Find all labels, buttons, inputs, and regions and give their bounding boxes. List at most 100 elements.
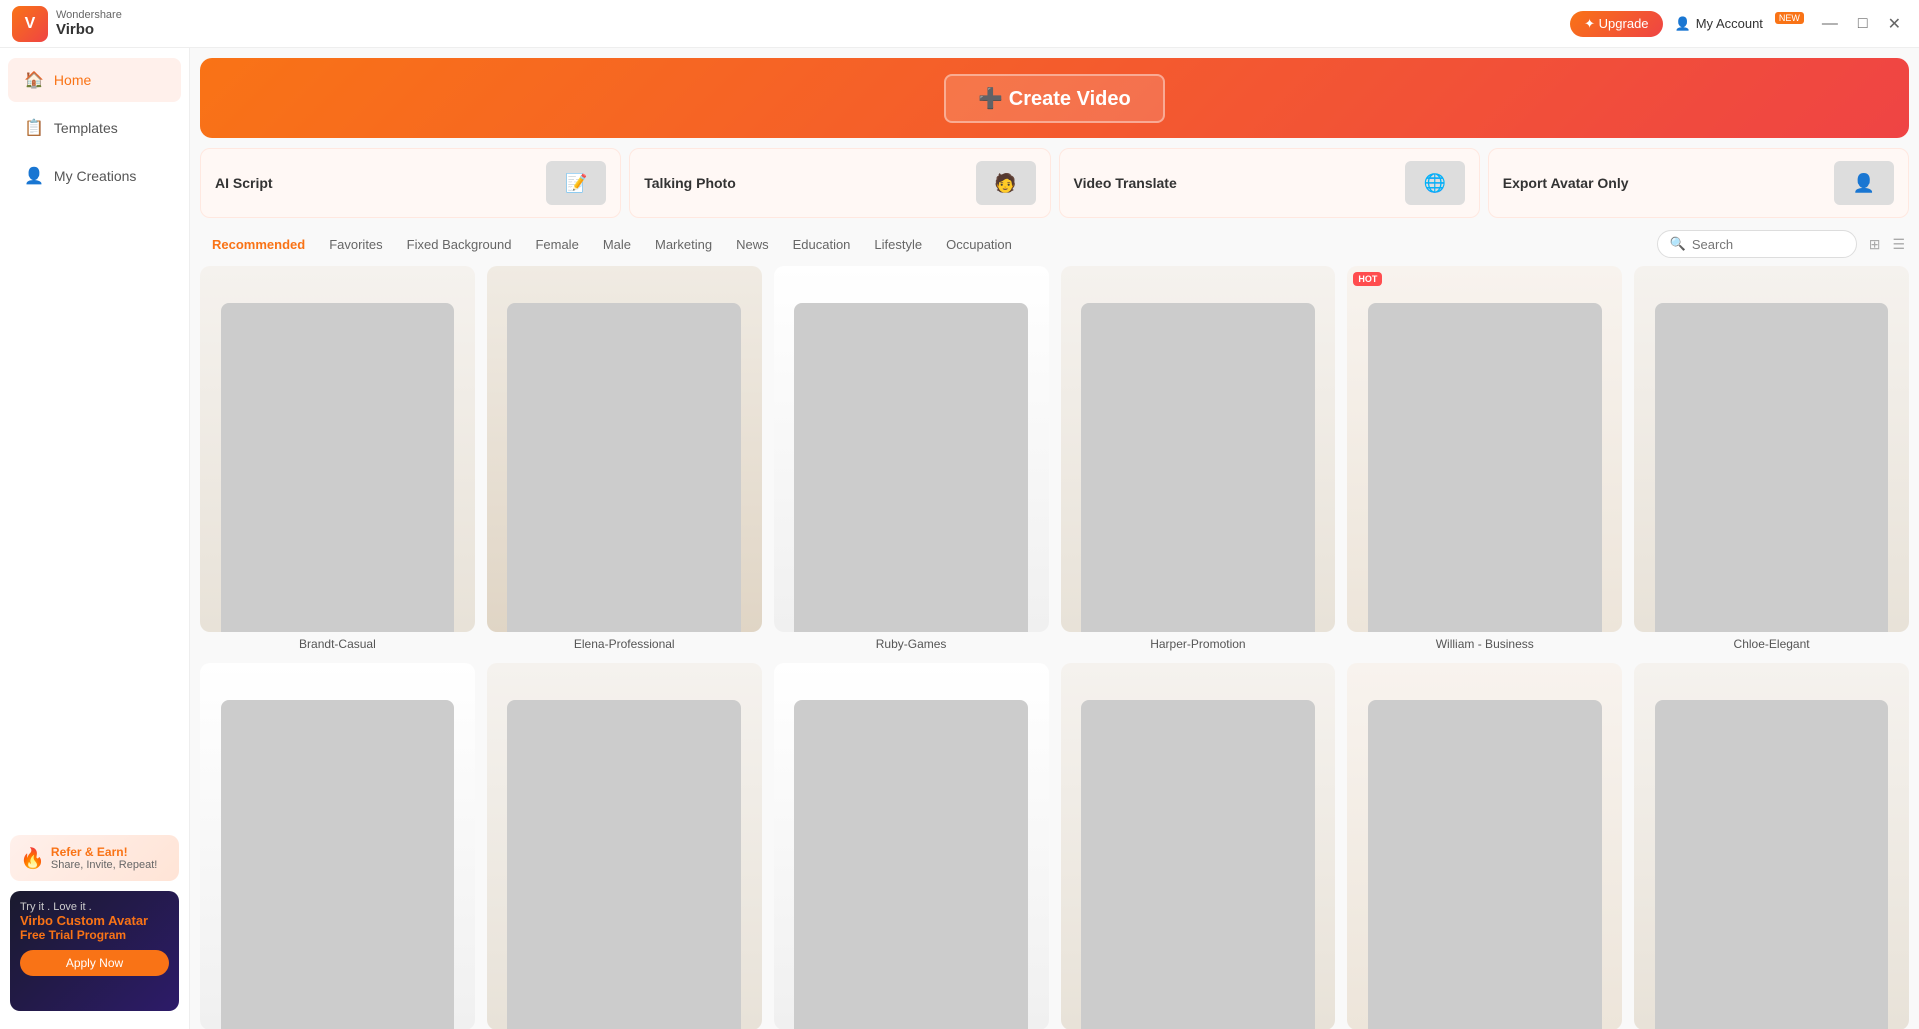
avatar-name: Harper-Promotion — [1061, 637, 1336, 651]
avatar-person — [507, 700, 741, 1029]
talking-photo-label: Talking Photo — [644, 175, 736, 191]
sidebar-item-templates[interactable]: 📋 Templates — [8, 106, 181, 150]
sidebar-item-templates-label: Templates — [54, 120, 118, 136]
brand-name: Wondershare — [56, 9, 122, 21]
avatar-person — [507, 303, 741, 633]
avatar-card[interactable]: HOT William - Business — [1347, 266, 1622, 651]
home-icon: 🏠 — [24, 70, 44, 90]
hot-badge: HOT — [1353, 272, 1382, 286]
view-icons: ⊞ ☰ — [1865, 232, 1909, 257]
avatar-image — [487, 663, 762, 1029]
filter-tab-recommended[interactable]: Recommended — [200, 231, 317, 258]
avatar-image — [1061, 663, 1336, 1029]
avatar-person — [1655, 700, 1889, 1029]
app-logo: V — [12, 6, 48, 42]
avatar-person — [1081, 700, 1315, 1029]
avatar-card[interactable]: Arjun - Araber — [774, 663, 1049, 1029]
avatar-image — [1634, 266, 1909, 632]
product-name: Virbo — [56, 21, 122, 38]
avatar-person — [221, 303, 455, 633]
avatar-person — [1368, 700, 1602, 1029]
hero-banner[interactable]: ➕ Create Video — [200, 58, 1909, 138]
account-icon: 👤 — [1675, 16, 1691, 32]
avatar-image — [200, 266, 475, 632]
upgrade-button[interactable]: ✦ Upgrade — [1570, 11, 1662, 37]
filter-tab-lifestyle[interactable]: Lifestyle — [862, 231, 934, 258]
feature-card-export-avatar[interactable]: Export Avatar Only 👤 — [1488, 148, 1909, 218]
refer-title: Refer & Earn! — [51, 845, 157, 859]
myaccount-button[interactable]: 👤 My Account — [1675, 16, 1763, 32]
search-input[interactable] — [1692, 237, 1844, 252]
avatar-name: Ruby-Games — [774, 637, 1049, 651]
grid-view-icon[interactable]: ⊞ — [1865, 232, 1885, 257]
avatar-name: Brandt-Casual — [200, 637, 475, 651]
close-icon[interactable]: ✕ — [1882, 12, 1907, 36]
avatar-image — [774, 266, 1049, 632]
avatar-card[interactable]: Harper-Promotion — [1061, 266, 1336, 651]
minimize-icon[interactable]: — — [1816, 13, 1844, 35]
free-trial-label: Free Trial Program — [20, 928, 169, 942]
avatar-card[interactable]: Chloe-Elegant — [1634, 266, 1909, 651]
avatar-image — [487, 266, 762, 632]
export-avatar-label: Export Avatar Only — [1503, 175, 1629, 191]
avatar-card[interactable]: Ruby-Games — [774, 266, 1049, 651]
filter-tab-education[interactable]: Education — [781, 231, 863, 258]
avatar-card[interactable]: John-Marketer — [1634, 663, 1909, 1029]
ai-script-label: AI Script — [215, 175, 273, 191]
maximize-icon[interactable]: □ — [1852, 13, 1874, 35]
avatar-image — [1061, 266, 1336, 632]
avatar-person — [221, 700, 455, 1029]
list-view-icon[interactable]: ☰ — [1888, 232, 1909, 257]
export-avatar-image: 👤 — [1834, 161, 1894, 205]
feature-card-talking-photo[interactable]: Talking Photo 🧑 — [629, 148, 1050, 218]
new-badge: NEW — [1775, 12, 1804, 24]
sidebar-bottom: 🔥 Refer & Earn! Share, Invite, Repeat! T… — [0, 825, 189, 1021]
logo-icon: V — [25, 15, 36, 33]
avatar-name: Elena-Professional — [487, 637, 762, 651]
avatar-name: William - Business — [1347, 637, 1622, 651]
avatar-trial-banner[interactable]: Try it . Love it . Virbo Custom Avatar F… — [10, 891, 179, 1011]
avatar-card[interactable]: Gabriel-Business — [1061, 663, 1336, 1029]
filter-tab-favorites[interactable]: Favorites — [317, 231, 394, 258]
creations-icon: 👤 — [24, 166, 44, 186]
avatar-person — [1081, 303, 1315, 633]
avatar-image — [774, 663, 1049, 1029]
avatar-image — [1347, 663, 1622, 1029]
filter-tab-male[interactable]: Male — [591, 231, 643, 258]
main-layout: 🏠 Home 📋 Templates 👤 My Creations 🔥 Refe… — [0, 48, 1919, 1029]
filter-tab-female[interactable]: Female — [523, 231, 590, 258]
titlebar-left: V Wondershare Virbo — [12, 6, 122, 42]
filter-tab-news[interactable]: News — [724, 231, 781, 258]
sidebar: 🏠 Home 📋 Templates 👤 My Creations 🔥 Refe… — [0, 48, 190, 1029]
feature-card-ai-script[interactable]: AI Script 📝 — [200, 148, 621, 218]
fire-icon: 🔥 — [20, 846, 45, 871]
content-area: ➕ Create Video AI Script 📝 Talking Photo… — [190, 48, 1919, 1029]
filter-row: Recommended Favorites Fixed Background F… — [190, 226, 1919, 266]
feature-cards-row: AI Script 📝 Talking Photo 🧑 Video Transl… — [190, 148, 1919, 226]
search-icon: 🔍 — [1670, 236, 1686, 252]
apply-now-button[interactable]: Apply Now — [20, 950, 169, 976]
filter-tab-fixed-background[interactable]: Fixed Background — [395, 231, 524, 258]
avatar-card[interactable]: Brandt-Casual — [200, 266, 475, 651]
myaccount-label: My Account — [1696, 16, 1763, 31]
video-translate-image: 🌐 — [1405, 161, 1465, 205]
titlebar-right: ✦ Upgrade 👤 My Account NEW — □ ✕ — [1570, 11, 1907, 37]
sidebar-item-home-label: Home — [54, 72, 91, 88]
avatar-image: HOT — [1347, 266, 1622, 632]
avatar-person — [1368, 303, 1602, 633]
search-box: 🔍 — [1657, 230, 1857, 258]
avatar-card[interactable]: Giulia-Business — [200, 663, 475, 1029]
avatar-card[interactable]: Ruby-Formal — [487, 663, 762, 1029]
feature-card-video-translate[interactable]: Video Translate 🌐 — [1059, 148, 1480, 218]
create-video-button[interactable]: ➕ Create Video — [944, 74, 1164, 123]
avatar-card[interactable]: Elena-Professional — [487, 266, 762, 651]
sidebar-item-home[interactable]: 🏠 Home — [8, 58, 181, 102]
refer-subtitle: Share, Invite, Repeat! — [51, 859, 157, 871]
sidebar-item-my-creations[interactable]: 👤 My Creations — [8, 154, 181, 198]
refer-earn-banner[interactable]: 🔥 Refer & Earn! Share, Invite, Repeat! — [10, 835, 179, 881]
filter-tab-occupation[interactable]: Occupation — [934, 231, 1024, 258]
filter-tab-marketing[interactable]: Marketing — [643, 231, 724, 258]
avatar-card[interactable]: Mina - Hanfu — [1347, 663, 1622, 1029]
video-translate-label: Video Translate — [1074, 175, 1177, 191]
refer-text: Refer & Earn! Share, Invite, Repeat! — [51, 845, 157, 871]
